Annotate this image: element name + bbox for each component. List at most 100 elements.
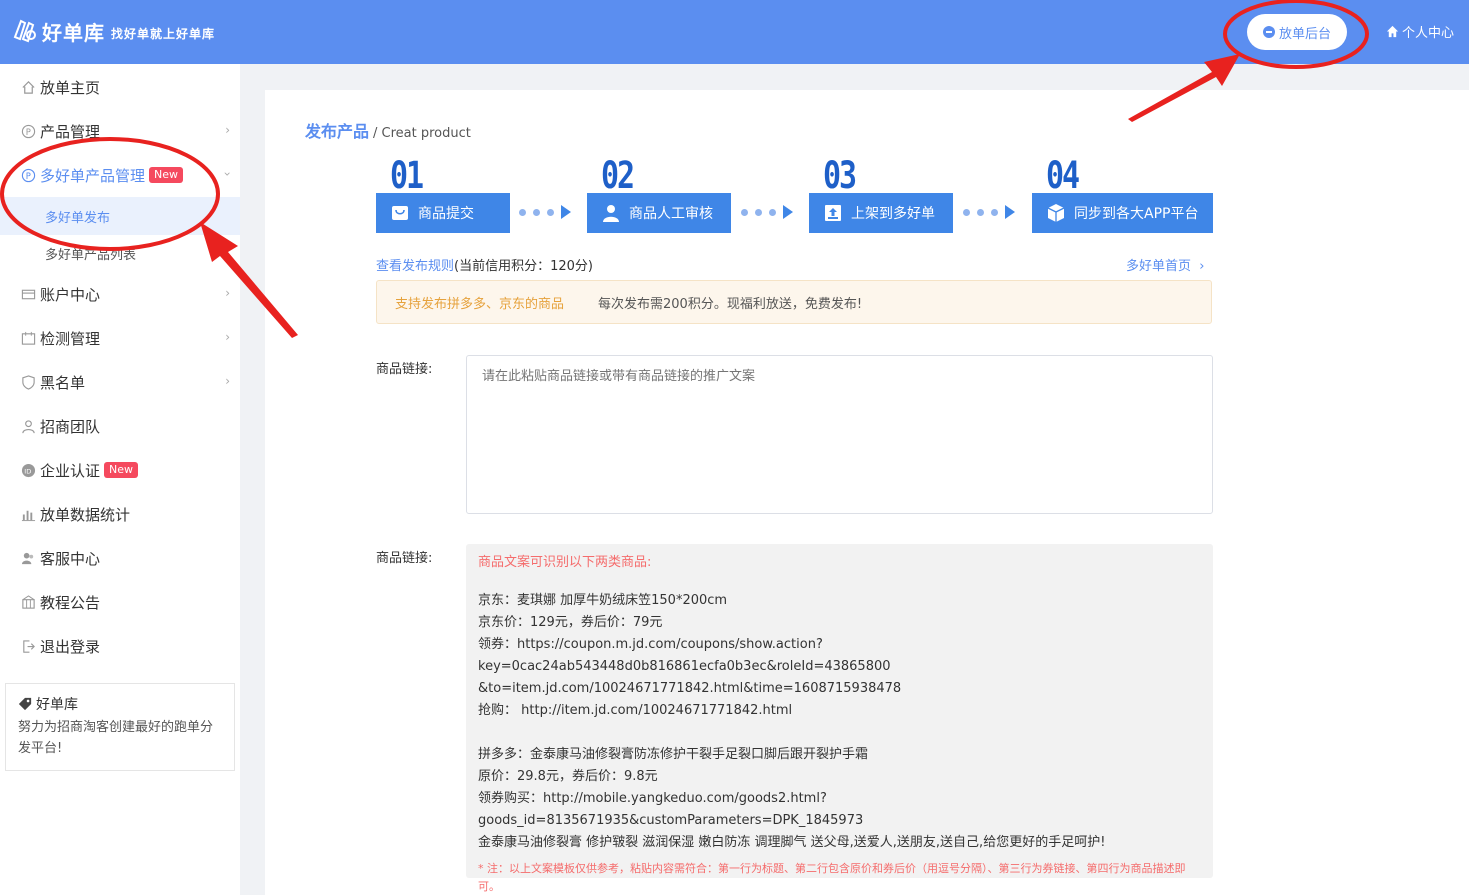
sidebar-item-detection[interactable]: 检测管理 › [0, 316, 240, 360]
brand-card-title: 好单库 [36, 697, 78, 713]
example-jd-line: 京东价：129元，券后价：79元 [478, 615, 663, 630]
sidebar-item-team[interactable]: 招商团队 [0, 404, 240, 448]
step-2: 02 商品人工审核 [587, 154, 731, 233]
step-label: 上架到多好单 [851, 206, 935, 222]
svg-text:ID: ID [24, 467, 31, 475]
backend-icon [1262, 26, 1275, 38]
sidebar: 放单主页 P 产品管理 › P 多好单产品管理 New › 多好单发布 多好单产… [0, 64, 240, 895]
step-1: 01 商品提交 [376, 154, 510, 233]
building-icon [20, 594, 36, 610]
sidebar-item-blacklist[interactable]: 黑名单 › [0, 360, 240, 404]
brand-slogan: 找好单就上好单库 [111, 26, 216, 41]
sidebar-item-label: 放单主页 [40, 78, 101, 97]
svg-text:P: P [25, 170, 30, 180]
step-3: 03 上架到多好单 [809, 154, 953, 233]
example-box: 商品文案可识别以下两类商品: 京东：麦琪娜 加厚牛奶绒床笠150*200cm 京… [466, 544, 1213, 893]
chevron-right-icon: › [225, 330, 230, 344]
step-label: 商品提交 [418, 206, 474, 222]
example-jd-line: 抢购： http://item.jd.com/10024671771842.ht… [478, 703, 793, 718]
example-jd-line: 领券：https://coupon.m.jd.com/coupons/show.… [478, 637, 891, 674]
sidebar-item-label: 产品管理 [40, 122, 101, 141]
svg-text:P: P [25, 126, 30, 136]
sidebar-item-enterprise[interactable]: ID 企业认证 New [0, 448, 240, 492]
notice-cost: 每次发布需200积分。现福利放送，免费发布! [598, 296, 863, 312]
p-circle-icon: P [20, 123, 36, 139]
sidebar-item-label: 多好单产品管理 [40, 166, 146, 185]
card-icon [20, 286, 36, 302]
sidebar-subitem-label: 多好单发布 [45, 210, 111, 226]
step-number: 02 [601, 154, 635, 198]
sidebar-item-logout[interactable]: 退出登录 [0, 624, 240, 668]
step-number: 03 [823, 154, 857, 198]
backend-button[interactable]: 放单后台 [1247, 14, 1347, 50]
users-icon [20, 550, 36, 566]
breadcrumb: 发布产品 / Creat product [305, 118, 471, 142]
link-label: 商品链接: [376, 362, 433, 377]
sidebar-item-label: 企业认证 [40, 461, 101, 480]
calendar-icon [20, 330, 36, 346]
sidebar-item-statistics[interactable]: 放单数据统计 [0, 492, 240, 536]
brand-name: 好单库 [42, 20, 105, 45]
rules-line: 查看发布规则(当前信用积分：120分) [376, 255, 593, 274]
chevron-right-icon: › [225, 286, 230, 300]
sidebar-item-label: 招商团队 [40, 417, 101, 436]
home-icon [1386, 25, 1399, 38]
sidebar-item-tutorial[interactable]: 教程公告 [0, 580, 240, 624]
product-link-input[interactable] [466, 355, 1213, 514]
step-label: 同步到各大APP平台 [1074, 206, 1199, 222]
sidebar-item-account[interactable]: 账户中心 › [0, 272, 240, 316]
notice-bar: 支持发布拼多多、京东的商品 每次发布需200积分。现福利放送，免费发布! [376, 280, 1212, 324]
shield-icon [20, 374, 36, 390]
sidebar-item-product-management[interactable]: P 产品管理 › [0, 109, 240, 153]
step-label: 商品人工审核 [629, 206, 713, 222]
tag-icon [18, 697, 32, 711]
step-4: 04 同步到各大APP平台 [1032, 154, 1213, 233]
example-label: 商品链接: [376, 551, 433, 566]
bar-chart-icon [20, 506, 36, 522]
sidebar-item-duohaodan-management[interactable]: P 多好单产品管理 New › [0, 153, 240, 197]
page-subtitle: / Creat product [373, 126, 471, 141]
brand-card: 好单库 努力为招商淘客创建最好的跑单分发平台! [5, 683, 235, 771]
sidebar-item-label: 退出登录 [40, 637, 101, 656]
chevron-right-icon: › [225, 374, 230, 388]
sidebar-item-label: 黑名单 [40, 373, 86, 392]
duohaodan-home-link[interactable]: 多好单首页 › [1126, 255, 1205, 274]
enterprise-icon: ID [20, 462, 36, 478]
example-pdd-line: 拼多多：金泰康马油修裂膏防冻修护干裂手足裂口脚后跟开裂护手霜 [478, 747, 869, 762]
sidebar-item-home[interactable]: 放单主页 [0, 65, 240, 109]
sidebar-subitem-publish[interactable]: 多好单发布 [0, 197, 240, 235]
page-title: 发布产品 [305, 122, 370, 141]
sidebar-subitem-product-list[interactable]: 多好单产品列表 [0, 234, 240, 272]
rules-link[interactable]: 查看发布规则 [376, 259, 454, 274]
sidebar-item-label: 账户中心 [40, 285, 101, 304]
example-pdd-line: 领券购买：http://mobile.yangkeduo.com/goods2.… [478, 791, 864, 828]
chevron-right-icon: › [225, 123, 230, 137]
chevron-down-icon: › [220, 171, 235, 177]
example-pdd-line: 原价：29.8元，券后价：9.8元 [478, 769, 658, 784]
sidebar-item-label: 教程公告 [40, 593, 101, 612]
chevron-right-icon: › [1195, 259, 1205, 274]
new-badge: New [149, 167, 184, 183]
example-heading: 商品文案可识别以下两类商品: [478, 555, 652, 570]
example-pdd-line: 金泰康马油修裂膏 修护皲裂 滋润保湿 嫩白防冻 调理脚气 送父母,送爱人,送朋友… [478, 835, 1106, 850]
logout-icon [20, 638, 36, 654]
example-note: * 注：以上文案模板仅供参考，粘贴内容需符合：第一行为标题、第二行包含原价和券后… [478, 862, 1186, 893]
p-circle-icon: P [20, 167, 36, 183]
sidebar-item-service[interactable]: 客服中心 [0, 536, 240, 580]
user-icon [601, 203, 621, 223]
house-icon [20, 79, 36, 95]
step-connector [963, 205, 1015, 219]
sidebar-item-label: 客服中心 [40, 549, 101, 568]
example-jd-line: &to=item.jd.com/10024671771842.html&time… [478, 681, 902, 696]
new-badge: New [104, 462, 139, 478]
step-number: 04 [1046, 154, 1080, 198]
main-panel: 发布产品 / Creat product 01 商品提交 02 商品人工审核 03… [265, 90, 1469, 895]
personal-center-link[interactable]: 个人中心 [1386, 22, 1454, 41]
sidebar-subitem-label: 多好单产品列表 [45, 247, 137, 263]
notice-supported: 支持发布拼多多、京东的商品 [395, 296, 565, 312]
top-header: 好单库 找好单就上好单库 放单后台 个人中心 [0, 0, 1469, 64]
example-jd-line: 京东：麦琪娜 加厚牛奶绒床笠150*200cm [478, 593, 728, 608]
bag-icon [390, 203, 410, 223]
cube-icon [1046, 203, 1066, 223]
logo[interactable]: 好单库 找好单就上好单库 [10, 16, 215, 46]
